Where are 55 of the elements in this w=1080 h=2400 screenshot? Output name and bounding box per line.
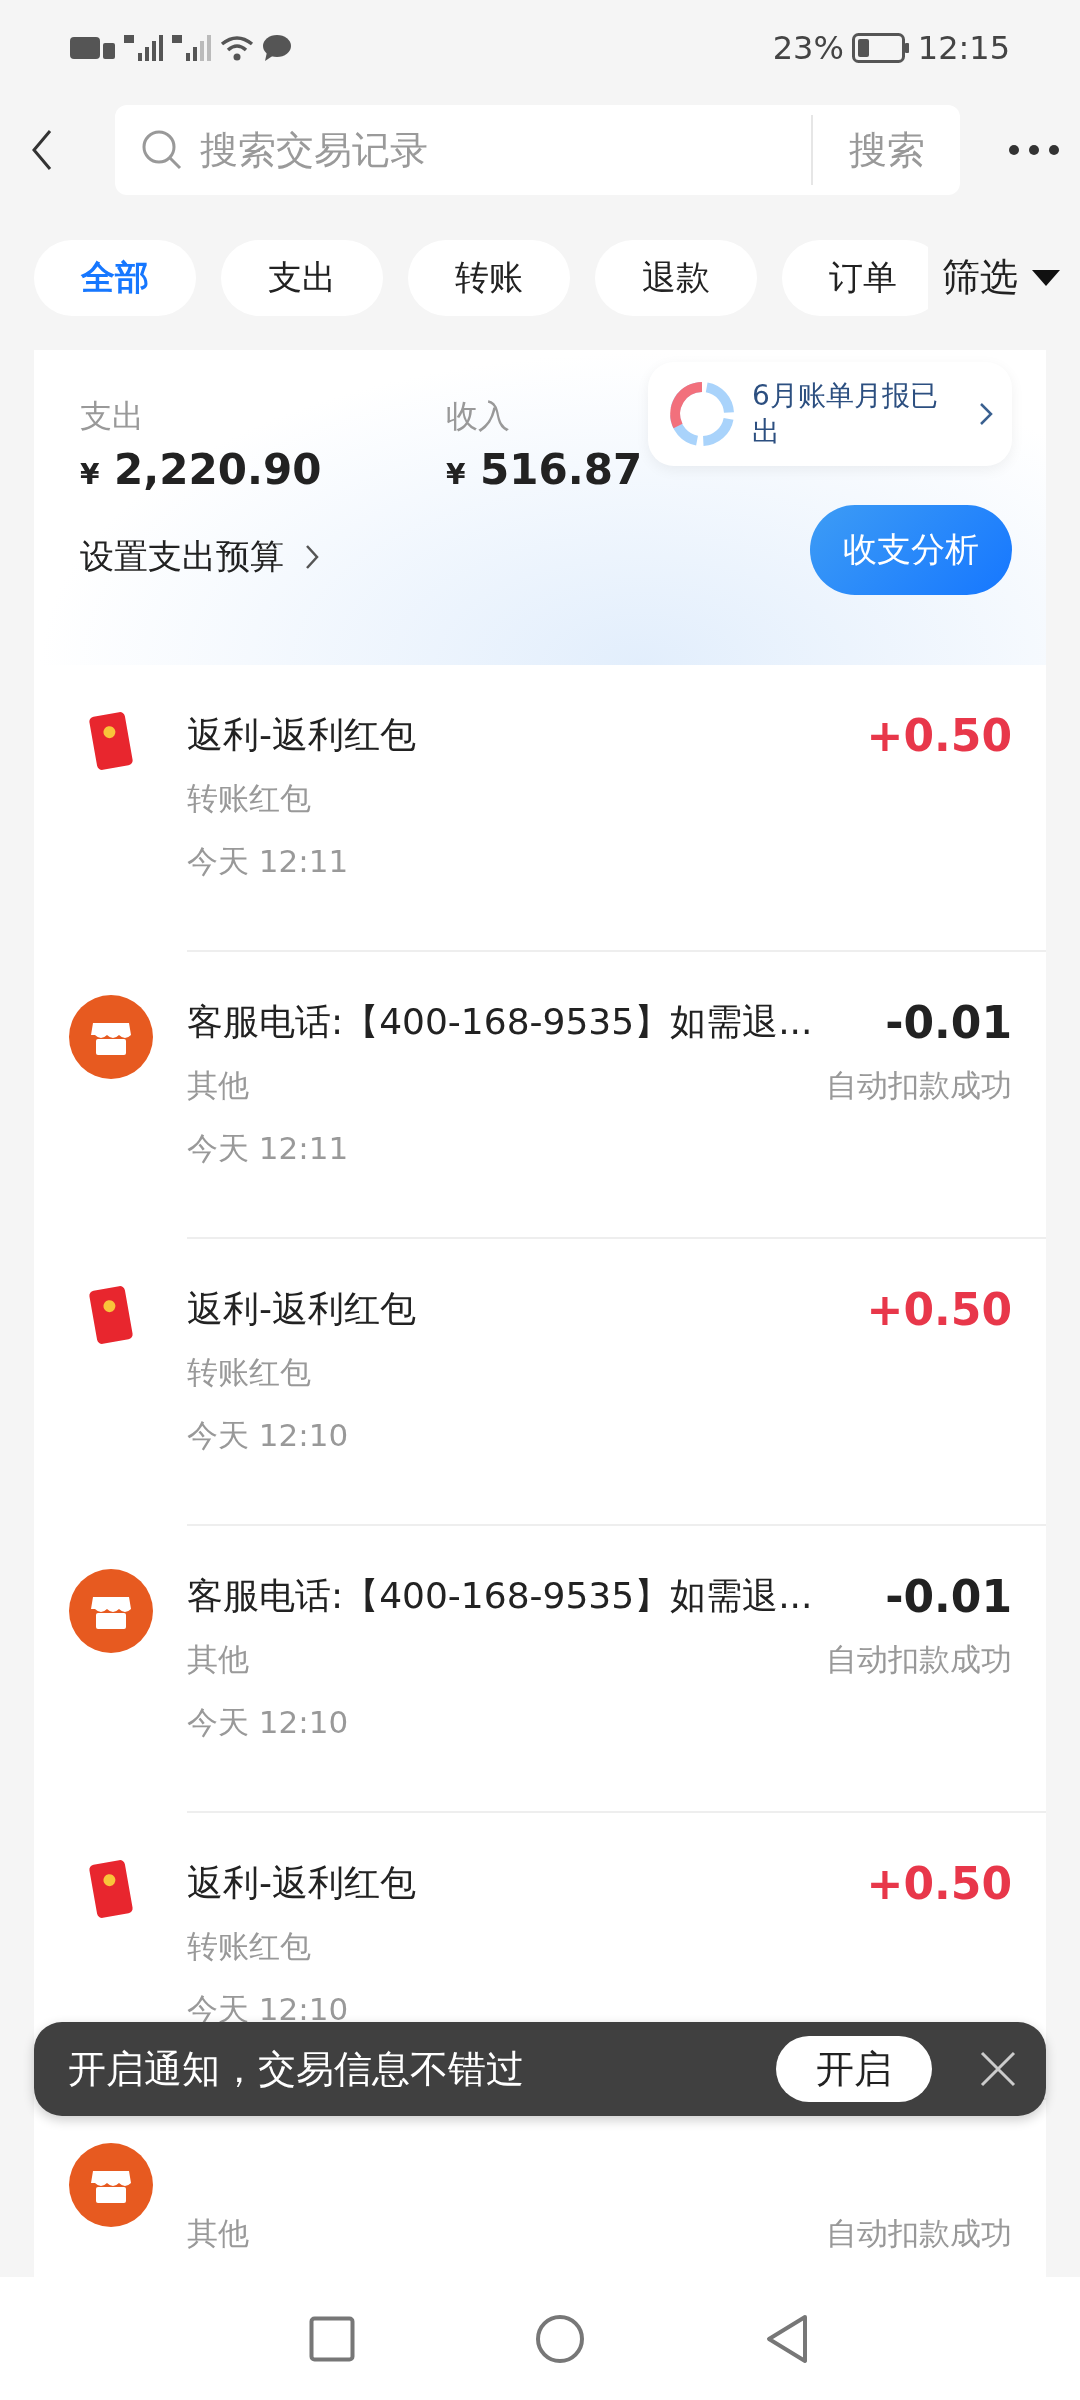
transaction-time: 今天 12:11 [187, 842, 350, 881]
report-tooltip[interactable]: 6月账单月报已出 [648, 362, 1012, 466]
transaction-amount: -0.01 [885, 1570, 1012, 1622]
transaction-status: 自动扣款成功 [826, 1640, 1012, 1679]
transaction-category: 转账红包 [187, 1927, 311, 1966]
expense-amount: ¥ 2,220.90 [80, 445, 323, 494]
message-icon [262, 33, 292, 62]
back-icon[interactable] [30, 128, 54, 172]
filter-tab[interactable]: 订单 [782, 239, 928, 316]
clock: 12:15 [917, 28, 1010, 67]
store-icon [68, 1569, 153, 1653]
expense-label: 支出 [80, 396, 145, 437]
transaction-category: 其他 [187, 1066, 249, 1105]
transaction-time: 今天 12:11 [187, 1129, 350, 1168]
transaction-category: 其他 [187, 2214, 249, 2253]
transaction-amount: +0.50 [866, 1857, 1012, 1909]
transaction-category: 转账红包 [187, 779, 311, 818]
enable-button[interactable]: 开启 [776, 2036, 932, 2102]
transaction-amount: +0.50 [866, 709, 1012, 761]
transaction-time: 今天 12:10 [187, 1703, 350, 1742]
filter-tab[interactable]: 支出 [221, 239, 383, 316]
store-icon [68, 2143, 153, 2227]
home-icon[interactable] [535, 2313, 585, 2364]
filter-tab[interactable]: 全部 [34, 239, 196, 316]
income-label: 收入 [446, 396, 511, 437]
wifi-icon [220, 33, 254, 62]
transaction-time: 今天 12:10 [187, 1416, 350, 1455]
transaction-amount: +0.50 [866, 1283, 1012, 1335]
signal-icon [124, 32, 164, 63]
toast-message: 开启通知，交易信息不错过 [68, 2045, 525, 2093]
transaction-title: 返利-返利红包 [187, 1286, 416, 1331]
close-icon[interactable] [980, 2051, 1016, 2087]
transaction-amount: -0.01 [885, 996, 1012, 1048]
transaction-title: 客服电话:【400-168-9535】如需退... [187, 1573, 813, 1618]
transaction-title: 客服电话:【400-168-9535】如需退... [187, 999, 813, 1044]
transaction-time: 今天 12:10 [187, 1990, 350, 2029]
chevron-icon [304, 543, 320, 571]
budget-link[interactable]: 设置支出预算 [80, 534, 320, 580]
battery-icon [851, 32, 910, 63]
store-icon [68, 995, 153, 1079]
transaction-title: 返利-返利红包 [187, 712, 416, 757]
analysis-button[interactable]: 收支分析 [810, 505, 1012, 595]
search-icon [140, 128, 184, 172]
battery-percent: 23% [772, 28, 844, 67]
transaction-category: 转账红包 [187, 1353, 311, 1392]
filter-tab[interactable]: 退款 [595, 239, 757, 316]
signal-icon [172, 32, 212, 63]
transaction-status: 自动扣款成功 [826, 1066, 1012, 1105]
transaction-title: 返利-返利红包 [187, 1860, 416, 1905]
transaction-status: 自动扣款成功 [826, 2214, 1012, 2253]
filter-tab[interactable]: 转账 [408, 239, 570, 316]
caret-icon [1032, 267, 1060, 288]
income-amount: ¥ 516.87 [446, 445, 643, 494]
transaction-category: 其他 [187, 1640, 249, 1679]
recents-icon[interactable] [309, 2315, 355, 2362]
